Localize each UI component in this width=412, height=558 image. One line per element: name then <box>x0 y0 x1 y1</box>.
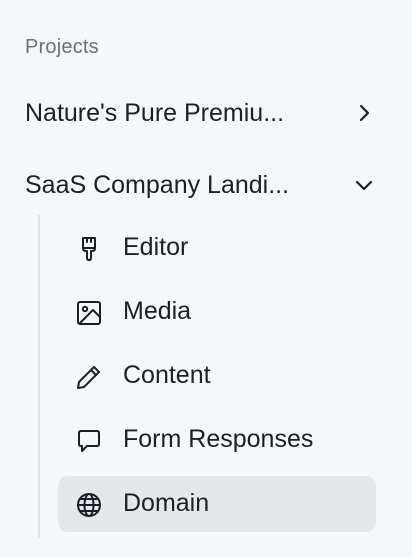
chevron-down-icon <box>354 175 374 195</box>
project-label: Nature's Pure Premiu... <box>25 98 285 127</box>
sub-item-label: Media <box>123 297 192 325</box>
sub-item-domain[interactable]: Domain <box>58 476 376 532</box>
project-item-natures-pure[interactable]: Nature's Pure Premiu... <box>0 87 412 139</box>
sub-item-editor[interactable]: Editor <box>58 220 376 276</box>
sub-item-label: Editor <box>123 233 189 261</box>
image-icon <box>74 298 104 328</box>
chevron-right-icon <box>354 103 374 123</box>
sub-item-label: Domain <box>123 489 210 517</box>
sub-item-media[interactable]: Media <box>58 284 376 340</box>
sub-item-form-responses[interactable]: Form Responses <box>58 412 376 468</box>
projects-sidebar: Projects Nature's Pure Premiu... SaaS Co… <box>0 0 412 558</box>
globe-icon <box>74 490 104 520</box>
project-item-saas-company[interactable]: SaaS Company Landi... <box>0 159 412 211</box>
pencil-icon <box>74 362 104 392</box>
sub-item-label: Content <box>123 361 211 389</box>
paintbrush-icon <box>74 234 104 264</box>
message-square-icon <box>74 426 104 456</box>
tree-line <box>38 215 40 538</box>
sub-item-label: Form Responses <box>123 425 314 453</box>
sub-item-content[interactable]: Content <box>58 348 376 404</box>
projects-section-label: Projects <box>25 36 99 58</box>
project-label: SaaS Company Landi... <box>25 170 290 199</box>
